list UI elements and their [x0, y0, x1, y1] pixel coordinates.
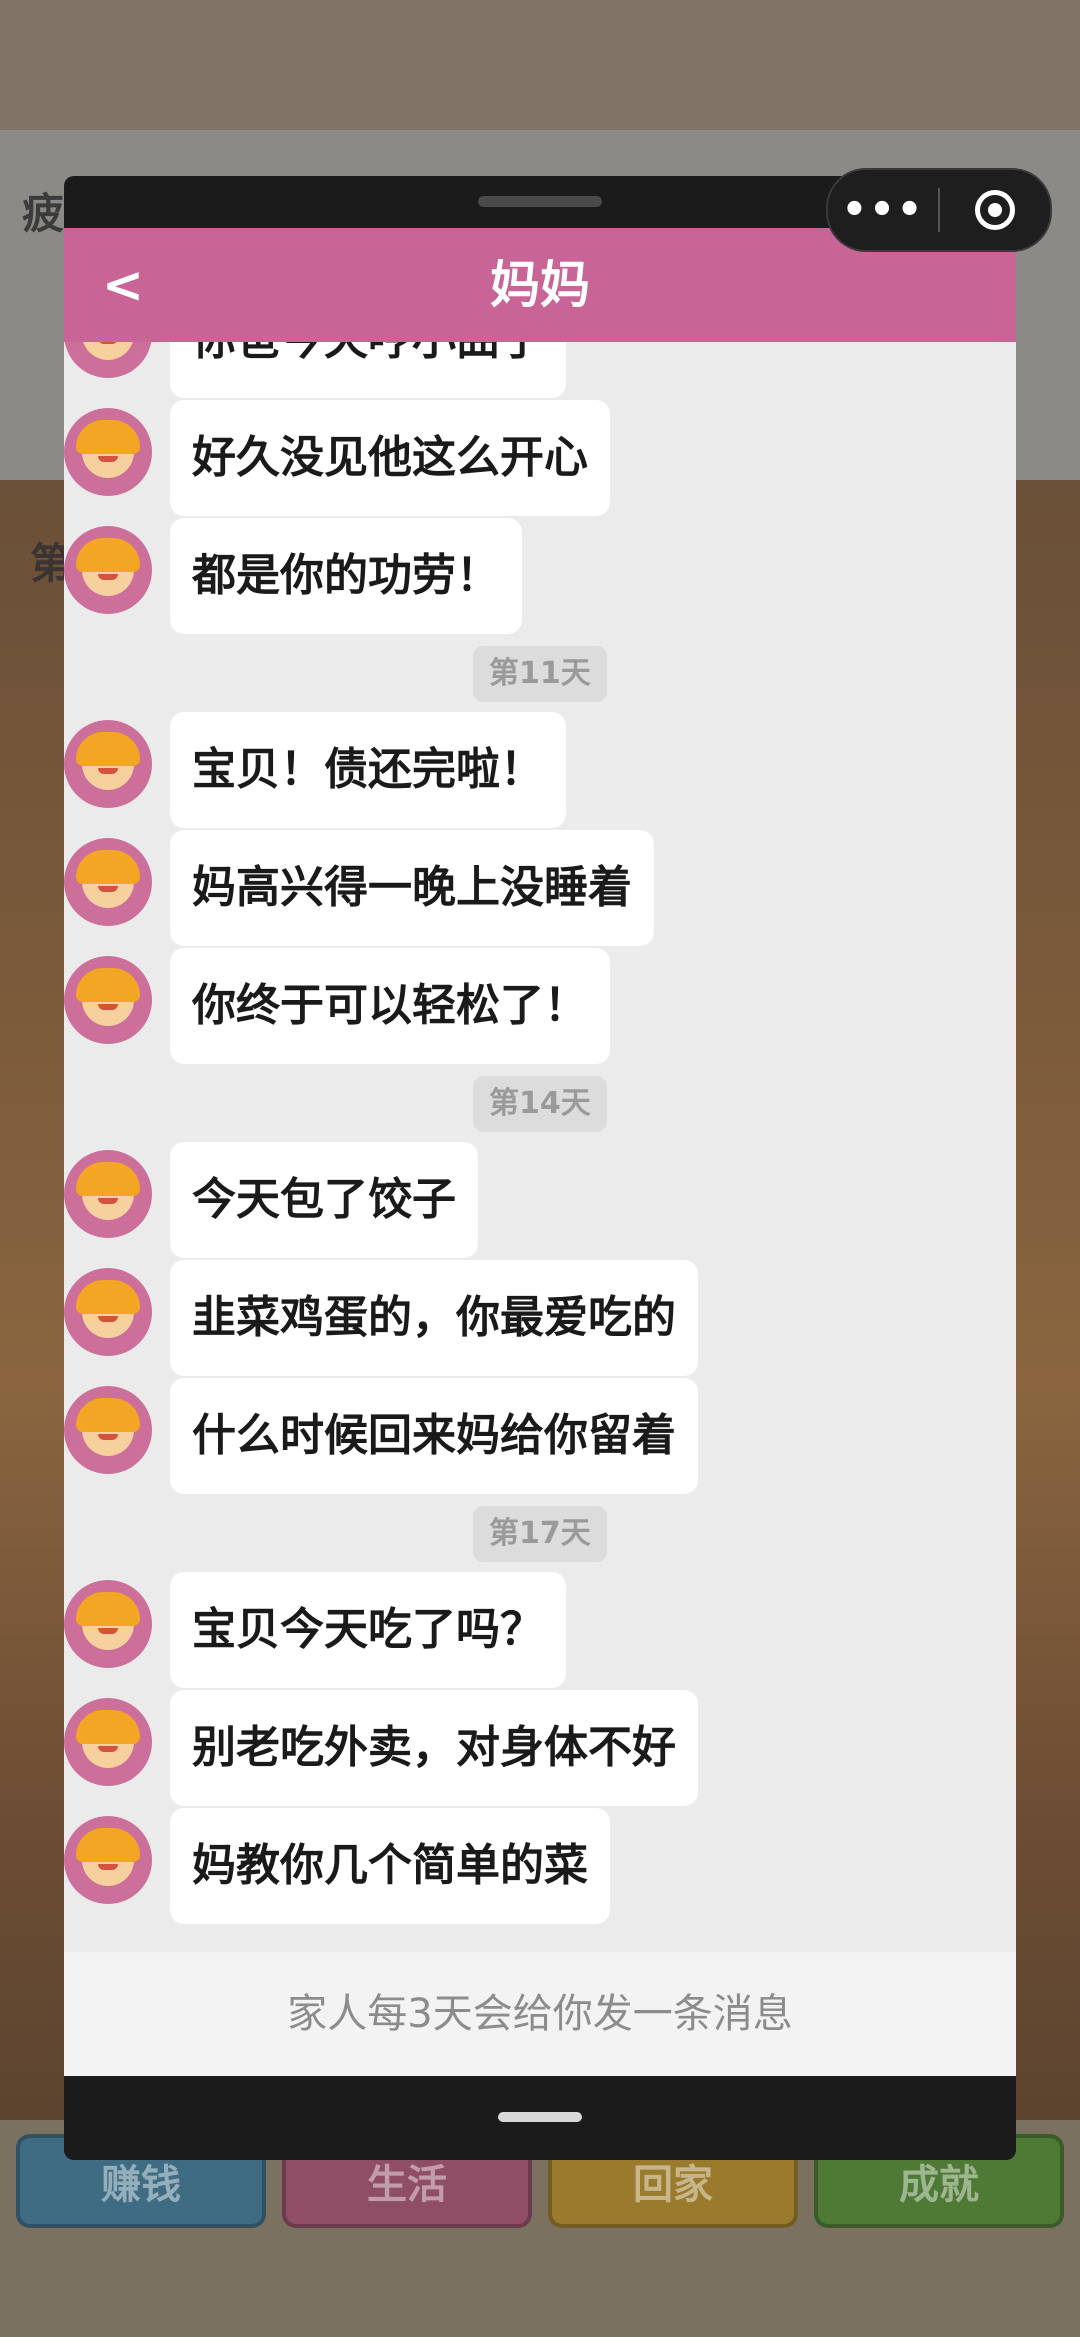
message-bubble: 你爸今天哼小曲了 — [170, 342, 566, 398]
top-notch — [478, 196, 602, 207]
mom-avatar-icon — [64, 342, 152, 378]
mom-avatar-icon — [64, 408, 152, 496]
background-top — [0, 0, 1080, 130]
message-bubble: 今天包了饺子 — [170, 1142, 478, 1258]
home-indicator — [498, 2112, 582, 2122]
mom-avatar-icon — [64, 720, 152, 808]
mom-avatar-icon — [64, 526, 152, 614]
message-bubble: 妈教你几个简单的菜 — [170, 1808, 610, 1924]
footer-note: 家人每3天会给你发一条消息 — [64, 1952, 1016, 2076]
mom-avatar-icon — [64, 1386, 152, 1474]
mom-avatar-icon — [64, 1580, 152, 1668]
mom-avatar-icon — [64, 1816, 152, 1904]
more-menu-icon[interactable]: ••• — [828, 170, 938, 250]
day-divider: 第17天 — [473, 1506, 607, 1562]
mom-avatar-icon — [64, 1150, 152, 1238]
message-bubble: 妈高兴得一晚上没睡着 — [170, 830, 654, 946]
chat-modal: < 妈妈 你爸今天哼小曲了好久没见他这么开心都是你的功劳！第11天宝贝！债还完啦… — [64, 176, 1016, 2160]
background-peek-text: 疲 — [22, 189, 65, 238]
message-bubble: 你终于可以轻松了！ — [170, 948, 610, 1064]
message-bubble: 别老吃外卖，对身体不好 — [170, 1690, 698, 1806]
day-divider: 第11天 — [473, 646, 607, 702]
mom-avatar-icon — [64, 956, 152, 1044]
close-target-icon[interactable] — [940, 190, 1050, 230]
message-bubble: 什么时候回来妈给你留着 — [170, 1378, 698, 1494]
day-divider: 第14天 — [473, 1076, 607, 1132]
mom-avatar-icon — [64, 1698, 152, 1786]
message-bubble: 都是你的功劳！ — [170, 518, 522, 634]
mom-avatar-icon — [64, 838, 152, 926]
message-bubble: 好久没见他这么开心 — [170, 400, 610, 516]
message-list[interactable]: 你爸今天哼小曲了好久没见他这么开心都是你的功劳！ 第11天宝贝！债还完啦！妈高兴得… — [64, 342, 1016, 1952]
message-bubble: 宝贝今天吃了吗？ — [170, 1572, 566, 1688]
message-bubble: 宝贝！债还完啦！ — [170, 712, 566, 828]
mini-program-capsule: ••• — [826, 168, 1052, 252]
message-bubble: 韭菜鸡蛋的，你最爱吃的 — [170, 1260, 698, 1376]
mom-avatar-icon — [64, 1268, 152, 1356]
